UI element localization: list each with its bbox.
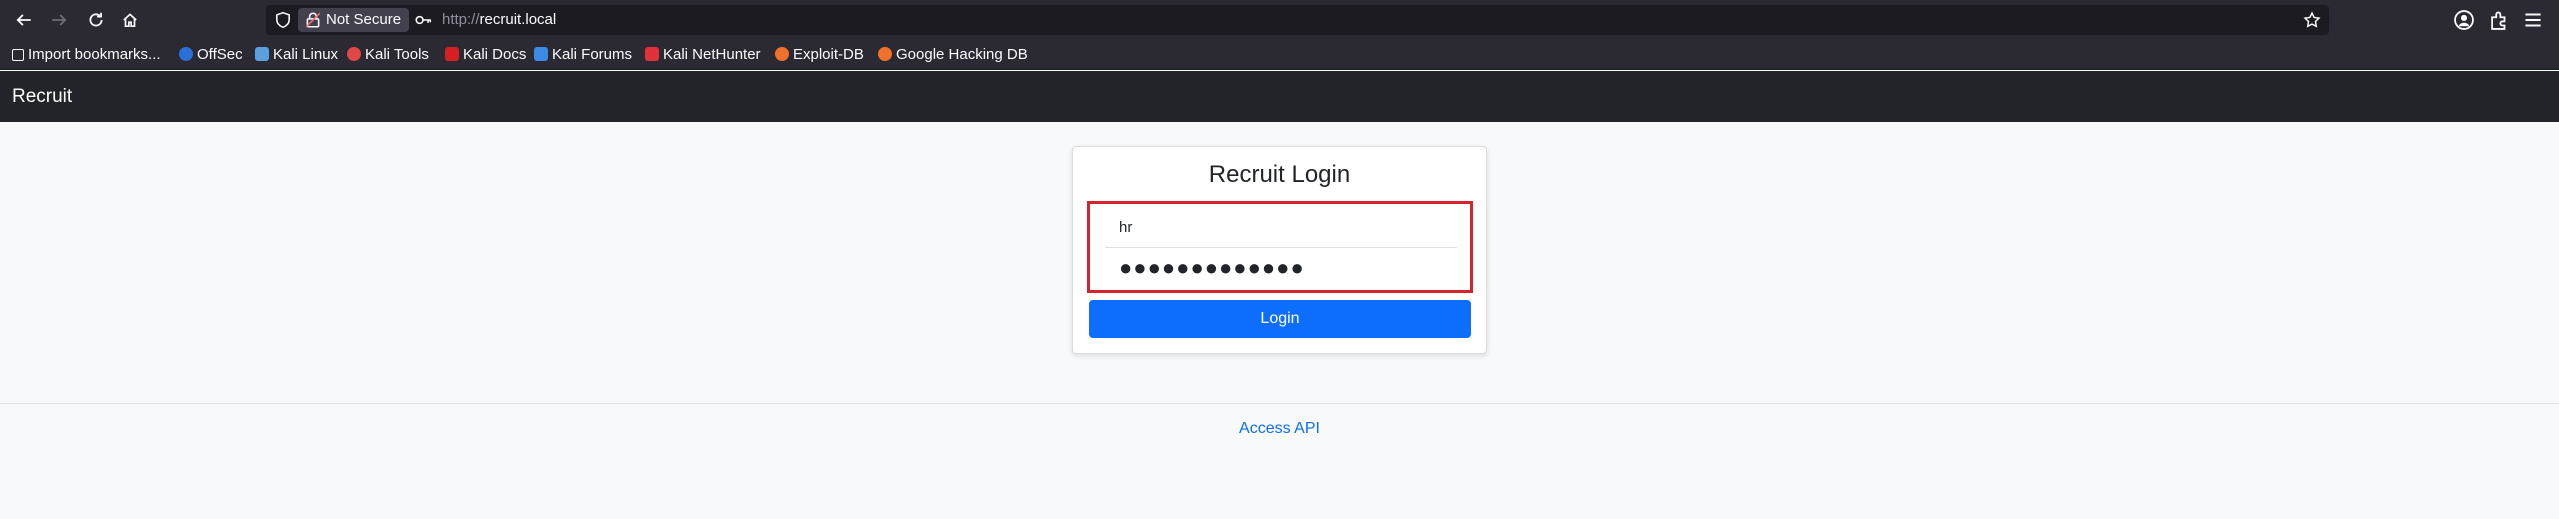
kali-docs-icon bbox=[445, 47, 459, 61]
bookmark-label: Kali Forums bbox=[552, 46, 633, 63]
kali-forums-icon bbox=[534, 47, 548, 61]
reload-icon[interactable] bbox=[84, 8, 108, 32]
bookmark-kali-tools[interactable]: Kali Tools bbox=[347, 40, 429, 70]
ghdb-icon bbox=[878, 47, 892, 61]
access-api-link[interactable]: Access API bbox=[0, 420, 2559, 438]
url-host: recruit.local bbox=[479, 11, 557, 28]
bookmark-kali-docs[interactable]: Kali Docs bbox=[445, 40, 526, 70]
kali-linux-icon bbox=[255, 47, 269, 61]
bookmark-kali-forums[interactable]: Kali Forums bbox=[534, 40, 632, 70]
bookmark-label: Kali NetHunter bbox=[663, 46, 761, 63]
forward-icon[interactable] bbox=[47, 8, 71, 32]
bookmark-label: Kali Docs bbox=[463, 46, 527, 63]
bookmark-label: Kali Tools bbox=[365, 46, 429, 63]
bookmark-kali-linux[interactable]: Kali Linux bbox=[255, 40, 338, 70]
not-secure-badge[interactable]: Not Secure bbox=[298, 8, 410, 32]
bookmark-google-hacking-db[interactable]: Google Hacking DB bbox=[878, 40, 1028, 70]
navbar-brand[interactable]: Recruit bbox=[12, 71, 72, 122]
bookmark-label: OffSec bbox=[197, 46, 243, 63]
url-text[interactable]: http://recruit.local bbox=[442, 5, 556, 35]
bookmark-label: Exploit-DB bbox=[793, 46, 864, 63]
offsec-icon bbox=[179, 47, 193, 61]
login-title: Recruit Login bbox=[1208, 161, 1351, 188]
app-navbar: Recruit bbox=[0, 71, 2559, 122]
bookmark-label: Import bookmarks... bbox=[28, 46, 161, 63]
extensions-icon[interactable] bbox=[2488, 9, 2510, 31]
url-bar[interactable]: Not Secure http://recruit.local bbox=[266, 5, 2329, 35]
username-field[interactable] bbox=[1105, 208, 1457, 248]
import-icon bbox=[12, 49, 24, 61]
login-button[interactable]: Login bbox=[1089, 300, 1471, 338]
menu-icon[interactable] bbox=[2522, 9, 2544, 31]
insecure-lock-icon bbox=[305, 12, 321, 28]
url-scheme: http:// bbox=[442, 11, 480, 28]
home-icon[interactable] bbox=[118, 8, 142, 32]
kali-tools-icon bbox=[347, 47, 361, 61]
not-secure-label: Not Secure bbox=[326, 11, 402, 28]
bookmarks-toolbar: Import bookmarks... OffSec Kali Linux Ka… bbox=[0, 40, 2559, 70]
bookmark-import[interactable]: Import bookmarks... bbox=[12, 40, 161, 70]
bookmark-kali-nethunter[interactable]: Kali NetHunter bbox=[645, 40, 761, 70]
back-icon[interactable] bbox=[12, 8, 36, 32]
bookmark-offsec[interactable]: OffSec bbox=[179, 40, 243, 70]
bookmark-label: Kali Linux bbox=[273, 46, 339, 63]
exploit-db-icon bbox=[775, 47, 789, 61]
bookmark-star-icon[interactable] bbox=[2303, 11, 2321, 29]
login-card: Recruit Login Login bbox=[1072, 146, 1487, 354]
account-icon[interactable] bbox=[2453, 9, 2475, 31]
key-icon[interactable] bbox=[414, 11, 432, 29]
shield-icon[interactable] bbox=[274, 11, 292, 29]
browser-toolbar: Not Secure http://recruit.local bbox=[0, 0, 2559, 40]
credentials-highlight bbox=[1087, 201, 1473, 293]
bookmark-exploit-db[interactable]: Exploit-DB bbox=[775, 40, 864, 70]
bookmark-label: Google Hacking DB bbox=[896, 46, 1028, 63]
password-field[interactable] bbox=[1105, 248, 1457, 288]
footer-divider bbox=[0, 403, 2559, 404]
kali-nethunter-icon bbox=[645, 47, 659, 61]
